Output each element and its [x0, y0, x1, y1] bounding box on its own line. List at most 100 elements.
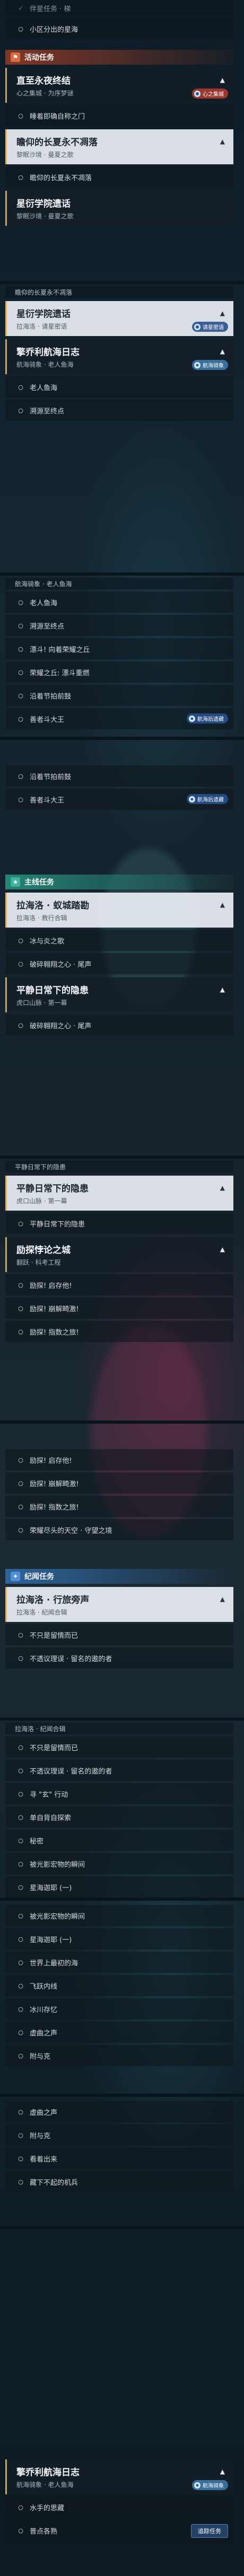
list-item[interactable]: ○ 荣耀尽头的天空 · 守望之境 [5, 1519, 233, 1540]
circle-icon: ○ [18, 960, 23, 967]
list-item[interactable]: ○ 寻 "玄" 行动 [5, 1783, 233, 1804]
circle-icon: ○ [18, 796, 23, 803]
check-icon: ✓ [18, 4, 23, 12]
list-item[interactable]: ○ 看着出来 [5, 2148, 233, 2169]
list-item[interactable]: ○ 附与克 [5, 2124, 233, 2146]
quest-card[interactable]: 拉海洛 · 行旅旁声 拉海洛 · 纪闻合辑 ▲ [5, 1587, 233, 1622]
list-item[interactable]: ○ 励探! 崩解畸激! [5, 1298, 233, 1319]
list-item[interactable]: ○ 普点各熟 追踪任务 [5, 2520, 233, 2541]
star-icon: ★ [11, 877, 20, 887]
chevron-up-icon[interactable]: ▲ [220, 348, 225, 355]
list-item: 航海骑象 · 老人鱼海 [5, 578, 233, 589]
list-item[interactable]: ○ 单自背自探索 [5, 1806, 233, 1828]
list-item[interactable]: ○ 冰与炎之歌 [5, 930, 233, 951]
list-item[interactable]: ○ 沿着节拍前鼓 [5, 685, 233, 706]
quest-list-part-3: 航海骑象 · 老人鱼海 ○ 老人鱼海 ○ 溯源至终点 ○ 漂斗! 向着荣耀之丘 ○ 荣耀… [5, 578, 233, 729]
list-item[interactable]: ○ 虚曲之声 [5, 2101, 233, 2122]
circle-icon: ○ [18, 1304, 23, 1312]
list-item[interactable]: ○ 破碎翱翔之心 · 尾声 [5, 1014, 233, 1036]
divider [0, 737, 244, 740]
list-item[interactable]: ○ 荣耀之丘: 漂斗重燃 [5, 661, 233, 683]
list-item[interactable]: ○ 星海迦耶 (一) [5, 1876, 233, 1898]
list-item[interactable]: ○ 不只是留情而已 [5, 1736, 233, 1758]
list-item[interactable]: ○ 世界上最初的海 [5, 1952, 233, 1973]
list-item[interactable]: ○ 励探! 启存他! [5, 1274, 233, 1295]
chevron-up-icon[interactable]: ▲ [220, 2468, 225, 2475]
list-item[interactable]: ○ 水手的思藏 [5, 2496, 233, 2518]
list-item[interactable]: ○ 睡着即确自称之门 [5, 105, 233, 126]
quest-card[interactable]: 励探悖论之城 翻跃 · 科考工程 ▲ [5, 1237, 233, 1272]
list-item[interactable]: ○ 秘密 [5, 1830, 233, 1851]
quest-title: 平静日常下的隐患 [16, 1184, 89, 1194]
quest-title: 擎乔利航海日志 [16, 2467, 80, 2478]
circle-icon: ○ [18, 2131, 23, 2139]
quest-card[interactable]: 拉海洛 · 蚁城踏勘 拉海洛 · 救行合辑 ▲ [5, 893, 233, 928]
list-item[interactable]: ○ 虚曲之声 [5, 2022, 233, 2043]
list-item[interactable]: ○ 励探! 启存他! [5, 1449, 233, 1470]
chevron-up-icon[interactable]: ▲ [220, 310, 225, 317]
circle-icon: ○ [18, 1935, 23, 1943]
quest-title: 拉海洛 · 行旅旁声 [16, 1595, 90, 1605]
list-item[interactable]: ○ 励探! 指数之旅! [5, 1496, 233, 1517]
list-item[interactable]: ○ 老人鱼海 [5, 376, 233, 398]
quest-card[interactable]: 擎乔利航海日志 航海骑象 · 老人鱼海 ▲ ◆ 航海骑象 [5, 2459, 233, 2494]
list-item[interactable]: ✓ 伴星任务 · 梯 [5, 0, 233, 16]
section-header-event[interactable]: ⚑ 活动任务 [5, 50, 233, 65]
list-item[interactable]: ○ 不透议理误 · 留名的遨的者 [5, 1647, 233, 1669]
quest-card[interactable]: 星衍学院遗话 拉海洛 · 请星密语 ▲ ● 请星密语 [5, 301, 233, 336]
list-item[interactable]: ○ 溯源至终点 [5, 615, 233, 636]
list-item[interactable]: ○ 被光影宏物的瞬间 [5, 1905, 233, 1926]
book-icon: ✦ [11, 1572, 20, 1581]
circle-icon: ○ [18, 645, 23, 652]
quest-title: 擎乔利航海日志 [16, 347, 80, 358]
list-item[interactable]: ○ 冰川存忆 [5, 1998, 233, 2019]
list-item[interactable]: ○ 沿着节拍前鼓 [5, 765, 233, 787]
ship-icon: ◆ [189, 715, 195, 722]
list-item[interactable]: ○ 漂斗! 向着荣耀之丘 [5, 638, 233, 659]
list-item[interactable]: ○ 星海迦耶 (一) [5, 1928, 233, 1949]
list-item[interactable]: ○ 平静日常下的隐患 [5, 1213, 233, 1234]
quest-card[interactable]: 平静日常下的隐患 虎口山脉 · 第一幕 ▲ [5, 977, 233, 1012]
chevron-up-icon[interactable]: ▲ [220, 1595, 225, 1603]
chevron-up-icon[interactable]: ▲ [220, 986, 225, 993]
list-item[interactable]: ○ 破碎翱翔之心 · 尾声 [5, 953, 233, 974]
circle-icon: ○ [18, 173, 23, 181]
list-item[interactable]: ○ 不透议理误 · 留名的遨的者 [5, 1760, 233, 1781]
chevron-up-icon[interactable]: ▲ [220, 1246, 225, 1253]
list-item: 瞻仰的长夏永不凋落 [5, 286, 233, 298]
list-item[interactable]: ○ 瞻仰的长夏永不凋落 [5, 166, 233, 188]
quest-card[interactable]: 平静日常下的隐患 虎口山脉 · 第一幕 ▲ [5, 1176, 233, 1211]
quest-subtitle: 虎口山脉 · 第一幕 [16, 1197, 67, 1205]
list-item[interactable]: ○ 善者斗大王 ◆ 航海后遗藏 [5, 789, 233, 810]
list-item[interactable]: ○ 被光影宏物的瞬间 [5, 1853, 233, 1874]
section-header-main[interactable]: ★ 主线任务 [5, 875, 233, 889]
chevron-up-icon[interactable]: ▲ [220, 901, 225, 908]
list-item[interactable]: ○ 励探! 指数之旅! [5, 1321, 233, 1342]
list-item[interactable]: ○ 小区分出的星海 [5, 18, 233, 39]
circle-icon: ○ [18, 1790, 23, 1797]
chevron-up-icon[interactable]: ▲ [220, 138, 225, 145]
list-item[interactable]: ○ 不只是留情而已 [5, 1624, 233, 1645]
list-item[interactable]: ○ 老人鱼海 [5, 592, 233, 613]
circle-icon: ○ [18, 1883, 23, 1891]
quest-card[interactable]: 瞻仰的长夏永不凋落 黎眠沙境 · 曼夏之歌 ▲ [5, 129, 233, 164]
chevron-up-icon[interactable]: ▲ [220, 76, 225, 84]
track-quest-button[interactable]: 追踪任务 [191, 2524, 228, 2538]
list-item[interactable]: ○ 飞跃内线 [5, 1975, 233, 1996]
list-item[interactable]: ○ 溯源至终点 [5, 400, 233, 421]
quest-card[interactable]: 星衍学院遗话 黎眠沙境 · 曼夏之歌 [5, 191, 233, 226]
list-item: 拉海洛 · 纪闻合辑 [5, 1723, 233, 1734]
list-item[interactable]: ○ 励探! 崩解畸激! [5, 1472, 233, 1494]
quest-list-part-2: 瞻仰的长夏永不凋落 星衍学院遗话 拉海洛 · 请星密语 ▲ ● 请星密语 擎乔利航… [5, 286, 233, 421]
list-item[interactable]: ○ 附与克 [5, 2045, 233, 2066]
ship-icon: ◆ [189, 796, 195, 802]
circle-icon: ○ [18, 407, 23, 414]
chevron-up-icon[interactable]: ▲ [220, 1184, 225, 1192]
list-item[interactable]: ○ 藏下不起的机兵 [5, 2171, 233, 2192]
quest-card[interactable]: 擎乔利航海日志 航海骑象 · 老人鱼海 ▲ ◆ 航海骑象 [5, 339, 233, 374]
quest-card[interactable]: 直至永夜终结 心之集城 · 为序梦谜 ▲ ● 心之集城 [5, 68, 233, 103]
location-icon: ● [194, 90, 201, 97]
section-header-side[interactable]: ✦ 纪闻任务 [5, 1569, 233, 1584]
list-item[interactable]: ○ 善者斗大王 ◆ 航海后遗藏 [5, 708, 233, 729]
quest-list-part-11: ○ 虚曲之声 ○ 附与克 ○ 看着出来 ○ 藏下不起的机兵 [5, 2099, 233, 2192]
